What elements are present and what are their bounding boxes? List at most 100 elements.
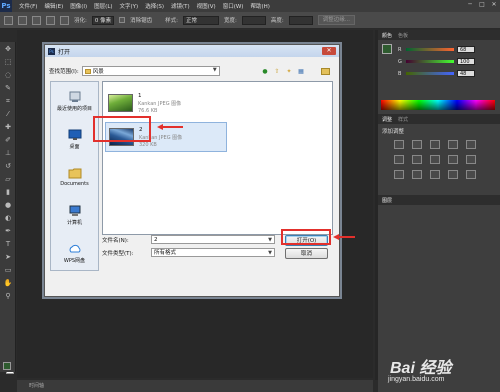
hue-saturation-icon[interactable] [394,155,404,164]
crop-tool-icon[interactable]: ⌗ [3,96,13,106]
posterize-icon[interactable] [412,170,422,179]
menu-window[interactable]: 窗口(W) [223,2,244,10]
eyedropper-tool-icon[interactable]: ⁄ [3,109,13,119]
new-folder-icon[interactable]: ✦ [285,68,293,75]
antialias-checkbox[interactable] [119,17,126,23]
shape-tool-icon[interactable]: ▭ [3,265,13,275]
subtract-selection-icon[interactable] [46,15,55,25]
hand-tool-icon[interactable]: ✋ [3,278,13,288]
filename-value: 2 [154,237,158,243]
history-brush-tool-icon[interactable]: ↺ [3,161,13,171]
nav-toolbar: ● ⇧ ✦ ▦ [261,68,305,75]
menu-layer[interactable]: 图层(L) [94,2,112,10]
menu-filter[interactable]: 滤镜(T) [171,2,190,10]
cancel-button[interactable]: 取消 [285,248,328,259]
channel-mixer-icon[interactable] [466,155,476,164]
dodge-tool-icon[interactable]: ◐ [3,213,13,223]
black-white-icon[interactable] [430,155,440,164]
invert-icon[interactable] [394,170,404,179]
width-input[interactable] [241,15,266,25]
tab-layers[interactable]: 图层 [382,197,392,204]
filename-input[interactable]: 2 ▼ [151,235,275,244]
gradient-map-icon[interactable] [466,170,476,179]
blue-label: B [398,70,402,77]
marquee-tool-icon[interactable]: ⬚ [3,57,13,67]
gradient-tool-icon[interactable]: ▮ [3,187,13,197]
up-folder-icon[interactable]: ⇧ [273,68,281,75]
blue-slider-row: B 48 [398,70,475,77]
marquee-tool-icon[interactable] [4,15,13,25]
tab-styles[interactable]: 样式 [398,116,408,123]
height-input[interactable] [288,15,313,25]
new-selection-icon[interactable] [18,15,27,25]
path-select-tool-icon[interactable]: ➤ [3,252,13,262]
curves-icon[interactable] [430,140,440,149]
blue-value[interactable]: 48 [457,70,475,77]
place-recent[interactable]: 最近使用的项目 [51,82,98,120]
brightness-icon[interactable] [394,140,404,149]
lasso-tool-icon[interactable]: ◌ [3,70,13,80]
photo-filter-icon[interactable] [448,155,458,164]
pen-tool-icon[interactable]: ✒ [3,226,13,236]
healing-brush-tool-icon[interactable]: ✚ [3,122,13,132]
quick-select-tool-icon[interactable]: ✎ [3,83,13,93]
brush-tool-icon[interactable]: ✐ [3,135,13,145]
clone-stamp-tool-icon[interactable]: ⊥ [3,148,13,158]
red-slider[interactable] [406,48,454,51]
timeline-bar[interactable]: 时间轴 [17,380,373,392]
place-desktop[interactable]: 桌面 [51,120,98,158]
exposure-icon[interactable] [448,140,458,149]
menu-type[interactable]: 文字(Y) [120,2,139,10]
color-balance-icon[interactable] [412,155,422,164]
levels-icon[interactable] [412,140,422,149]
zoom-tool-icon[interactable]: ⚲ [3,291,13,301]
blue-slider[interactable] [406,72,454,75]
tab-adjustments[interactable]: 调整 [382,116,392,123]
foreground-color-swatch[interactable] [3,362,11,370]
feather-input[interactable]: 0 像素 [91,15,115,25]
menu-select[interactable]: 选择(S) [145,2,164,10]
place-documents[interactable]: Documents [51,158,98,196]
style-select[interactable]: 正常 [182,15,219,25]
foreground-color-chip[interactable] [382,44,392,54]
folder-icon [84,68,91,74]
baidu-watermark: Bai 经验 jingyan.baidu.com [380,354,500,390]
menu-help[interactable]: 帮助(H) [250,2,269,10]
blur-tool-icon[interactable]: ● [3,200,13,210]
green-value[interactable]: 100 [457,58,475,65]
place-computer[interactable]: 计算机 [51,196,98,234]
look-in-dropdown[interactable]: 风景 ▼ [81,66,220,76]
menu-view[interactable]: 视图(V) [197,2,216,10]
eraser-tool-icon[interactable]: ▱ [3,174,13,184]
maximize-icon[interactable]: □ [478,1,486,9]
threshold-icon[interactable] [430,170,440,179]
selective-color-icon[interactable] [448,170,458,179]
minimize-icon[interactable]: ─ [466,1,474,9]
place-wps-cloud[interactable]: WPS网盘 [51,234,98,272]
refine-edge-button[interactable]: 调整边缘... [317,15,355,25]
file-item-1[interactable]: 1 Kankan JPEG 图像 76.6 KB [105,88,227,118]
adjustment-icons [378,138,500,181]
red-label: R [398,46,402,53]
add-selection-icon[interactable] [32,15,41,25]
menu-file[interactable]: 文件(F) [19,2,37,10]
tab-color[interactable]: 颜色 [382,32,392,39]
move-tool-icon[interactable]: ✥ [3,44,13,54]
menu-image[interactable]: 图像(I) [70,2,87,10]
vibrance-icon[interactable] [466,140,476,149]
menu-edit[interactable]: 编辑(E) [44,2,63,10]
back-icon[interactable]: ● [261,68,269,75]
filetype-select[interactable]: 所有格式 ▼ [151,248,275,257]
tab-swatches[interactable]: 色板 [398,32,408,39]
close-icon[interactable]: ✕ [490,1,498,9]
red-value[interactable]: 68 [457,46,475,53]
dialog-close-button[interactable]: ✕ [322,47,336,55]
place-label: 桌面 [69,143,80,150]
type-tool-icon[interactable]: T [3,239,13,249]
folder-up-icon[interactable] [321,68,330,75]
view-menu-icon[interactable]: ▦ [297,68,305,75]
intersect-selection-icon[interactable] [60,15,69,25]
green-slider[interactable] [406,60,454,63]
color-spectrum[interactable] [381,100,495,110]
arrow-head-open [333,234,339,240]
